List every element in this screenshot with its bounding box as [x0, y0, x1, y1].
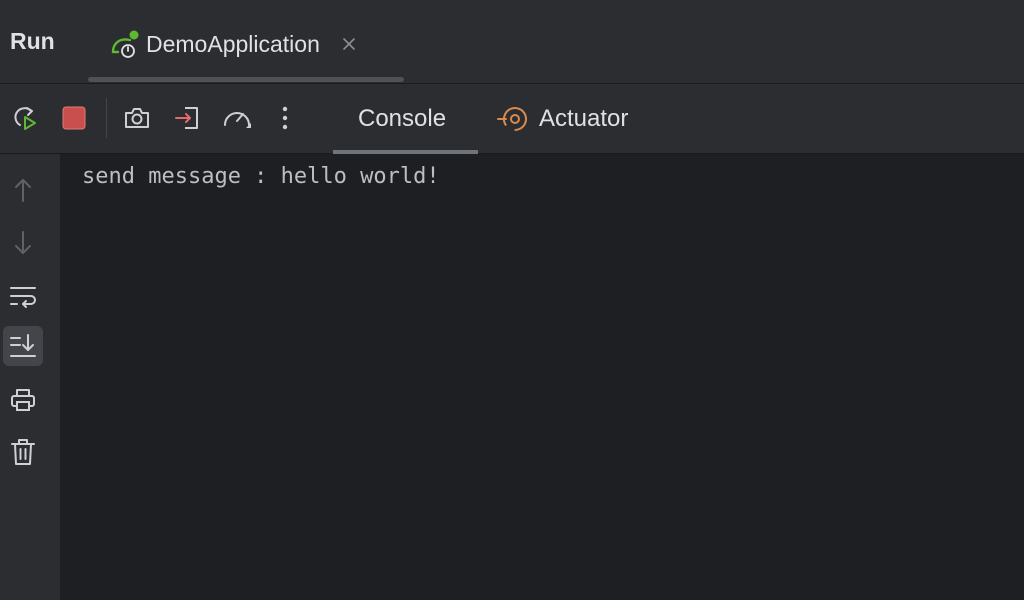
- actuator-icon: [497, 104, 529, 134]
- trash-icon[interactable]: [3, 432, 43, 472]
- spring-boot-run-icon: [108, 28, 140, 60]
- arrow-up-icon[interactable]: [3, 170, 43, 210]
- close-icon[interactable]: [340, 35, 358, 53]
- toolbar-separator: [106, 98, 107, 138]
- panel-title: Run: [10, 28, 55, 54]
- exit-icon[interactable]: [171, 101, 205, 135]
- run-tab-underline: [88, 77, 404, 82]
- soft-wrap-icon[interactable]: [3, 276, 43, 316]
- run-tool-window: Run DemoApplication Console Actuator sen…: [0, 0, 1024, 600]
- run-header: Run DemoApplication: [0, 0, 1024, 84]
- console-output[interactable]: send message : hello world!: [60, 154, 1024, 600]
- rerun-icon[interactable]: [8, 101, 42, 135]
- console-gutter: [0, 154, 60, 600]
- tab-actuator-label: Actuator: [539, 105, 629, 132]
- tab-actuator[interactable]: Actuator: [497, 84, 628, 154]
- more-options-icon[interactable]: [268, 101, 302, 135]
- camera-icon[interactable]: [120, 101, 154, 135]
- console-line: send message : hello world!: [82, 164, 440, 189]
- print-icon[interactable]: [3, 380, 43, 420]
- tab-console-label: Console: [358, 105, 447, 132]
- tab-console[interactable]: Console: [358, 84, 446, 154]
- speedometer-icon[interactable]: [220, 101, 254, 135]
- run-tab-label: DemoApplication: [146, 30, 320, 57]
- run-toolbar: Console Actuator: [0, 84, 1024, 154]
- scroll-to-end-icon[interactable]: [3, 326, 43, 366]
- arrow-down-icon[interactable]: [3, 223, 43, 263]
- run-configuration-tab[interactable]: DemoApplication: [108, 22, 358, 66]
- stop-icon[interactable]: [57, 101, 91, 135]
